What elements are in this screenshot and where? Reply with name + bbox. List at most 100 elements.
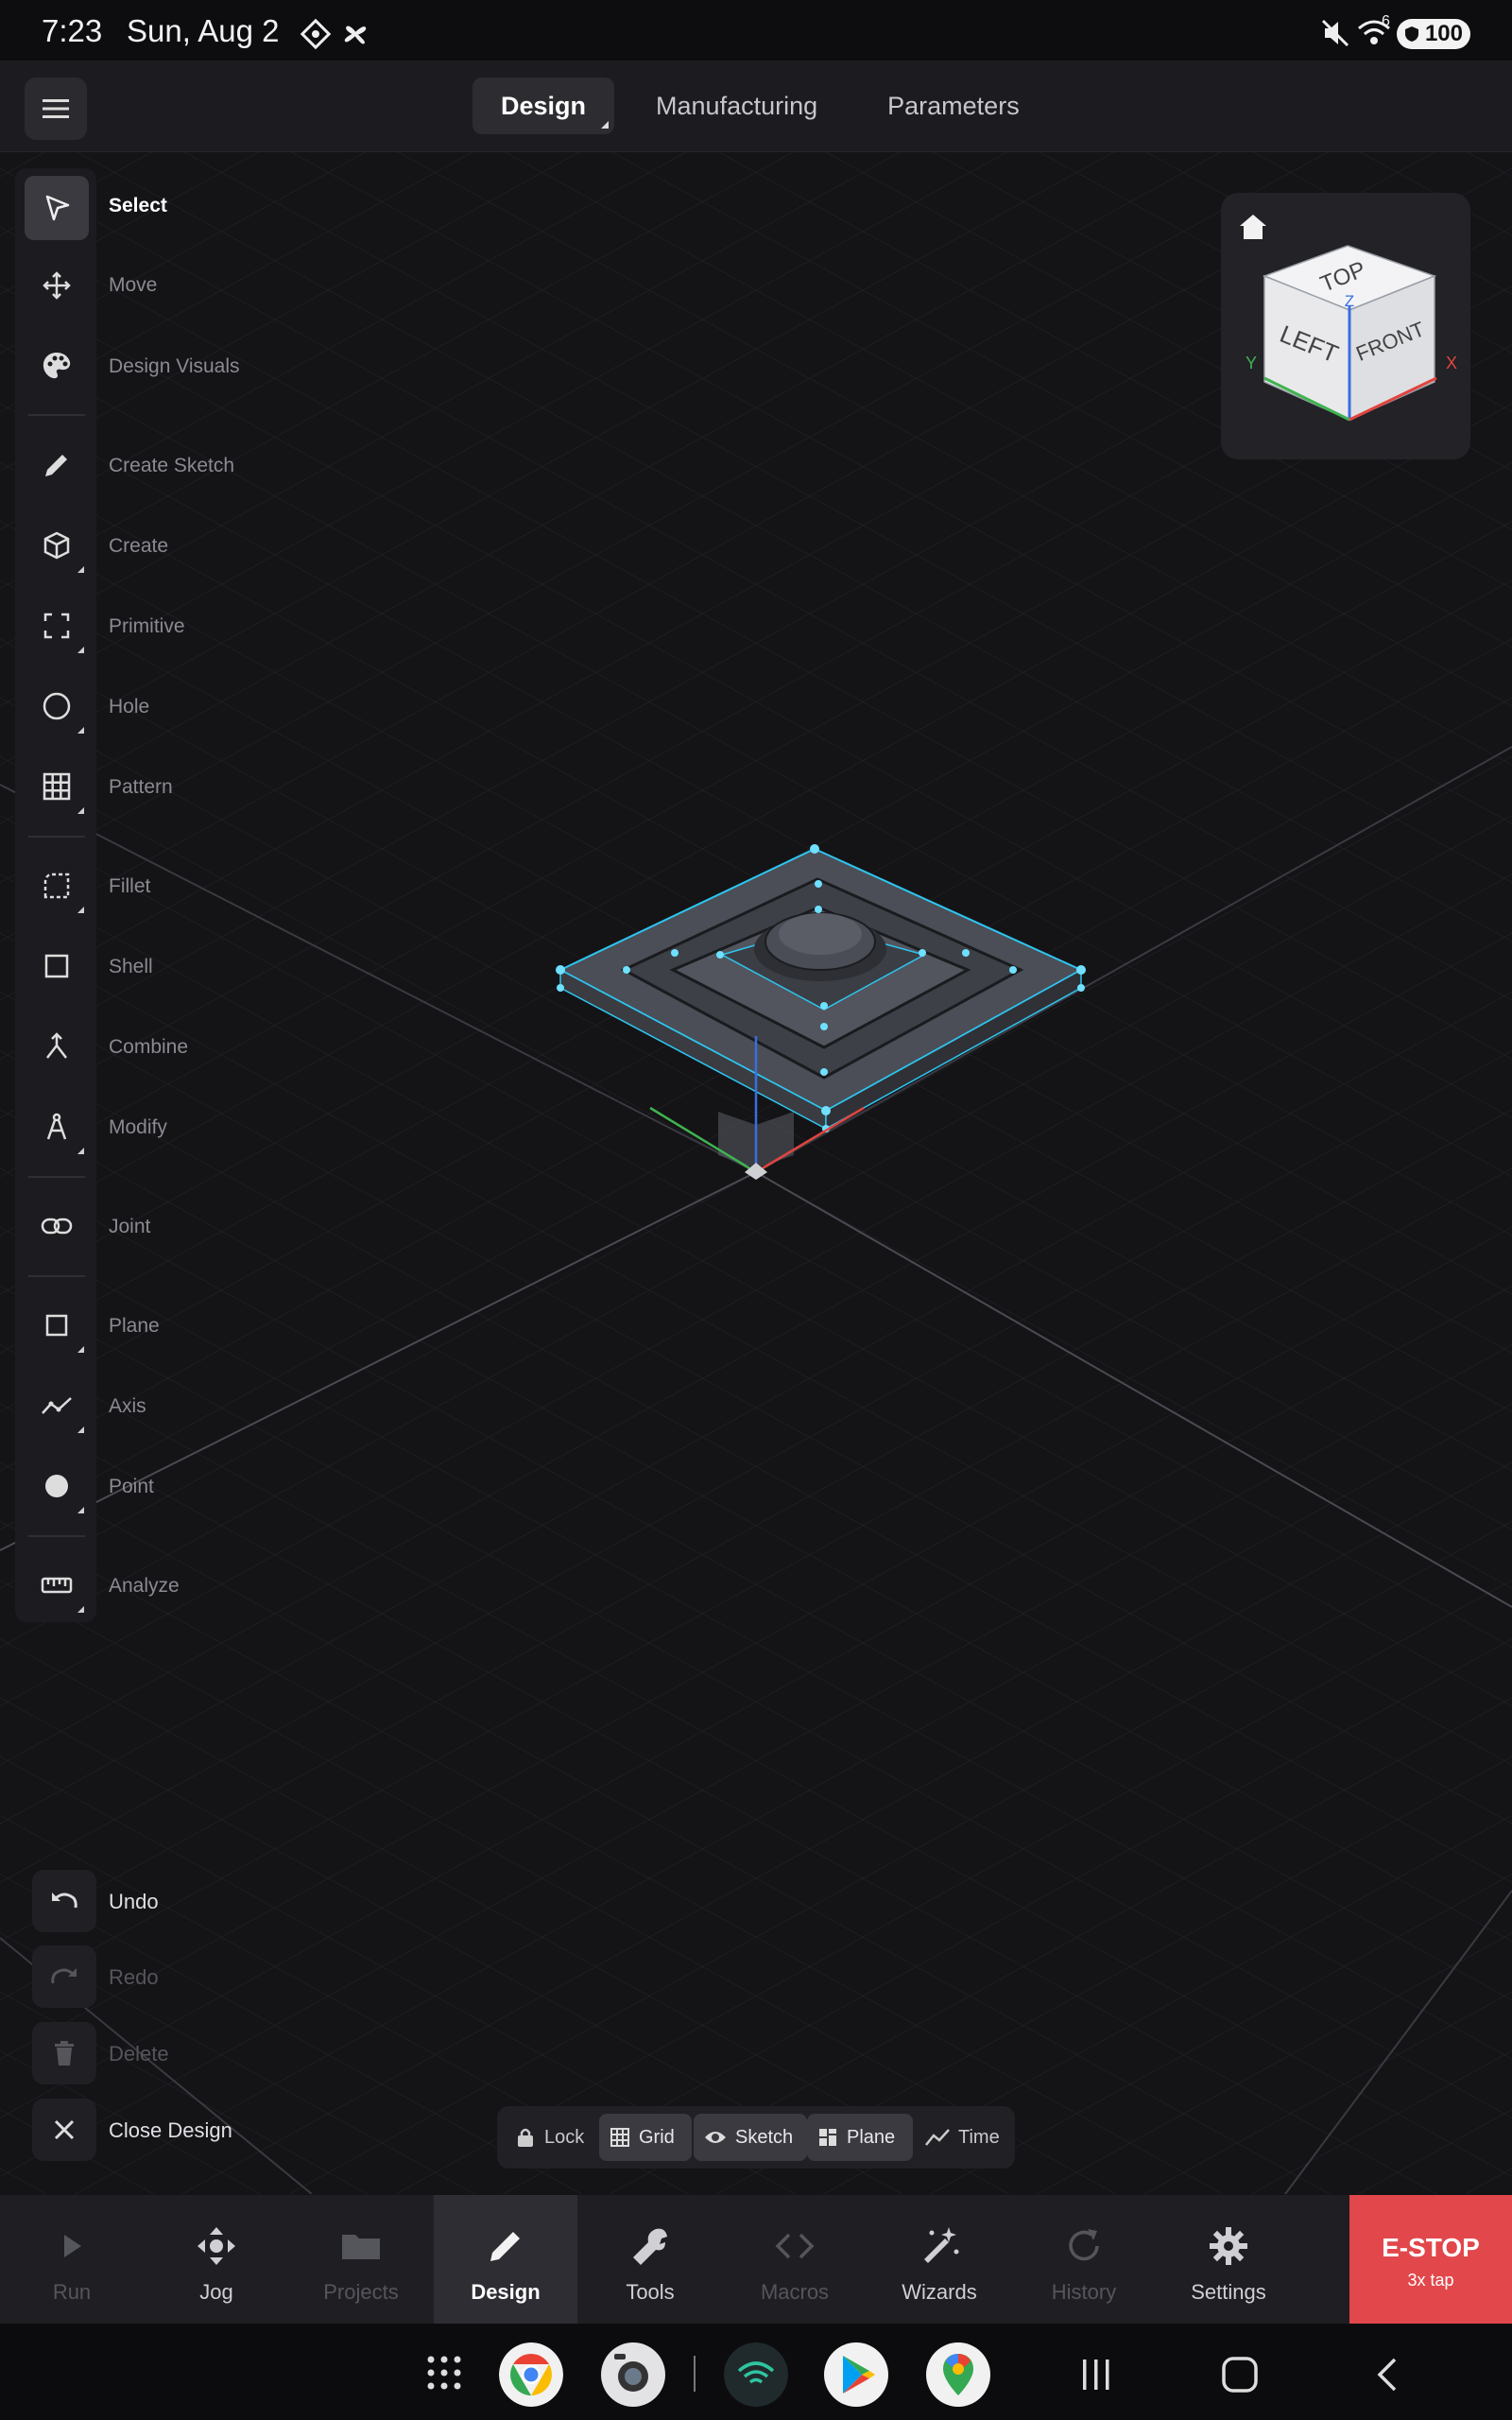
- nav-history[interactable]: History: [1012, 2195, 1156, 2324]
- wrench-icon: [633, 2228, 667, 2265]
- create-sketch-button[interactable]: [25, 433, 89, 497]
- toolbar-divider: [28, 414, 85, 416]
- hole-button[interactable]: [25, 674, 89, 738]
- plane-toggle[interactable]: Plane: [807, 2114, 913, 2161]
- connection-app-icon[interactable]: [724, 2342, 788, 2407]
- magic-wand-icon: [924, 2227, 959, 2263]
- select-tool-button[interactable]: [25, 176, 89, 240]
- shield-icon: [1405, 26, 1418, 42]
- sketch-toggle[interactable]: Sketch: [694, 2114, 807, 2161]
- modify-button[interactable]: [25, 1095, 89, 1159]
- pattern-button[interactable]: [25, 754, 89, 819]
- submenu-indicator: [77, 1606, 84, 1613]
- grid-icon: [610, 2128, 629, 2147]
- select-label: Select: [109, 195, 167, 216]
- estop-button[interactable]: E-STOP 3x tap: [1349, 2195, 1512, 2324]
- lock-label: Lock: [544, 2126, 585, 2148]
- submenu-indicator: [77, 907, 84, 913]
- submenu-indicator: [77, 1426, 84, 1433]
- app-drawer-icon[interactable]: [425, 2354, 463, 2392]
- code-icon: [775, 2233, 815, 2259]
- frame-corners-icon: [43, 613, 70, 639]
- axis-button[interactable]: [25, 1374, 89, 1438]
- play-store-app-icon[interactable]: [824, 2342, 888, 2407]
- nav-projects[interactable]: Projects: [289, 2195, 433, 2324]
- dock-divider: [694, 2356, 696, 2392]
- status-date: Sun, Aug 2: [127, 13, 280, 48]
- submenu-indicator: [77, 727, 84, 734]
- nav-tools[interactable]: Tools: [578, 2195, 722, 2324]
- nav-run[interactable]: Run: [0, 2195, 144, 2324]
- fillet-button[interactable]: [25, 854, 89, 918]
- pencil-icon: [490, 2232, 520, 2261]
- nav-wizards-label: Wizards: [902, 2280, 977, 2304]
- signal-label: 6: [1382, 13, 1390, 29]
- shell-button[interactable]: [25, 934, 89, 998]
- analyze-button[interactable]: [25, 1553, 89, 1617]
- move-tool-button[interactable]: [25, 253, 89, 318]
- view-cube[interactable]: TOP LEFT FRONT Z Y X: [1221, 193, 1470, 459]
- square-icon: [44, 954, 69, 978]
- axis-y-label: Y: [1246, 354, 1257, 372]
- battery-indicator: 100: [1397, 19, 1470, 49]
- nav-wizards[interactable]: Wizards: [868, 2195, 1011, 2324]
- create-sketch-label: Create Sketch: [109, 455, 235, 476]
- move-label: Move: [109, 274, 158, 296]
- redo-label: Redo: [109, 1965, 159, 1989]
- pencil-icon: [45, 455, 67, 476]
- nav-tools-label: Tools: [626, 2280, 675, 2304]
- combine-button[interactable]: [25, 1014, 89, 1079]
- close-design-button[interactable]: [32, 2099, 96, 2161]
- pinwheel-icon: [344, 26, 367, 44]
- submenu-indicator: [77, 1346, 84, 1353]
- home-icon[interactable]: [1219, 2354, 1261, 2395]
- hamburger-menu-button[interactable]: [25, 78, 87, 140]
- eye-icon: [705, 2132, 726, 2143]
- point-button[interactable]: [25, 1454, 89, 1518]
- time-label: Time: [958, 2126, 1000, 2148]
- nav-macros[interactable]: Macros: [723, 2195, 867, 2324]
- shell-label: Shell: [109, 956, 153, 977]
- recents-icon[interactable]: [1077, 2356, 1115, 2394]
- joint-button[interactable]: [25, 1194, 89, 1258]
- nav-macros-label: Macros: [760, 2280, 830, 2304]
- axis-x-label: X: [1446, 354, 1457, 372]
- maps-app-icon[interactable]: [926, 2342, 990, 2407]
- submenu-indicator: [77, 1148, 84, 1154]
- toolbar-divider: [28, 1275, 85, 1277]
- undo-label: Undo: [109, 1890, 159, 1913]
- primitive-button[interactable]: [25, 594, 89, 658]
- plane-label: Plane: [109, 1315, 160, 1337]
- grid-icon: [43, 772, 71, 801]
- camera-app-icon[interactable]: [601, 2342, 665, 2407]
- link-icon: [41, 1218, 73, 1235]
- modify-label: Modify: [109, 1116, 167, 1138]
- tab-design[interactable]: Design: [472, 78, 615, 134]
- plane-button[interactable]: [25, 1293, 89, 1357]
- tab-parameters[interactable]: Parameters: [859, 78, 1048, 134]
- create-button[interactable]: [25, 513, 89, 578]
- delete-label: Delete: [109, 2042, 169, 2066]
- battery-level: 100: [1424, 21, 1463, 46]
- tab-manufacturing[interactable]: Manufacturing: [627, 78, 846, 134]
- design-visuals-button[interactable]: [25, 334, 89, 398]
- back-icon[interactable]: [1368, 2356, 1406, 2394]
- nav-design[interactable]: Design: [434, 2195, 577, 2324]
- view-cube-panel[interactable]: TOP LEFT FRONT Z Y X: [1221, 193, 1470, 459]
- analyze-label: Analyze: [109, 1575, 180, 1597]
- chrome-app-icon[interactable]: [499, 2342, 563, 2407]
- nav-jog[interactable]: Jog: [145, 2195, 288, 2324]
- time-toggle[interactable]: Time: [915, 2114, 1009, 2161]
- history-icon: [1069, 2229, 1099, 2261]
- undo-button[interactable]: [32, 1870, 96, 1932]
- circle-icon: [43, 692, 71, 720]
- close-design-label: Close Design: [109, 2118, 232, 2142]
- delete-button[interactable]: [32, 2022, 96, 2084]
- nav-settings[interactable]: Settings: [1157, 2195, 1300, 2324]
- primitive-label: Primitive: [109, 615, 185, 637]
- joint-label: Joint: [109, 1216, 151, 1237]
- grid-toggle[interactable]: Grid: [599, 2114, 692, 2161]
- toolbar-divider: [28, 1176, 85, 1178]
- point-dot-icon: [45, 1475, 68, 1497]
- redo-button[interactable]: [32, 1945, 96, 2008]
